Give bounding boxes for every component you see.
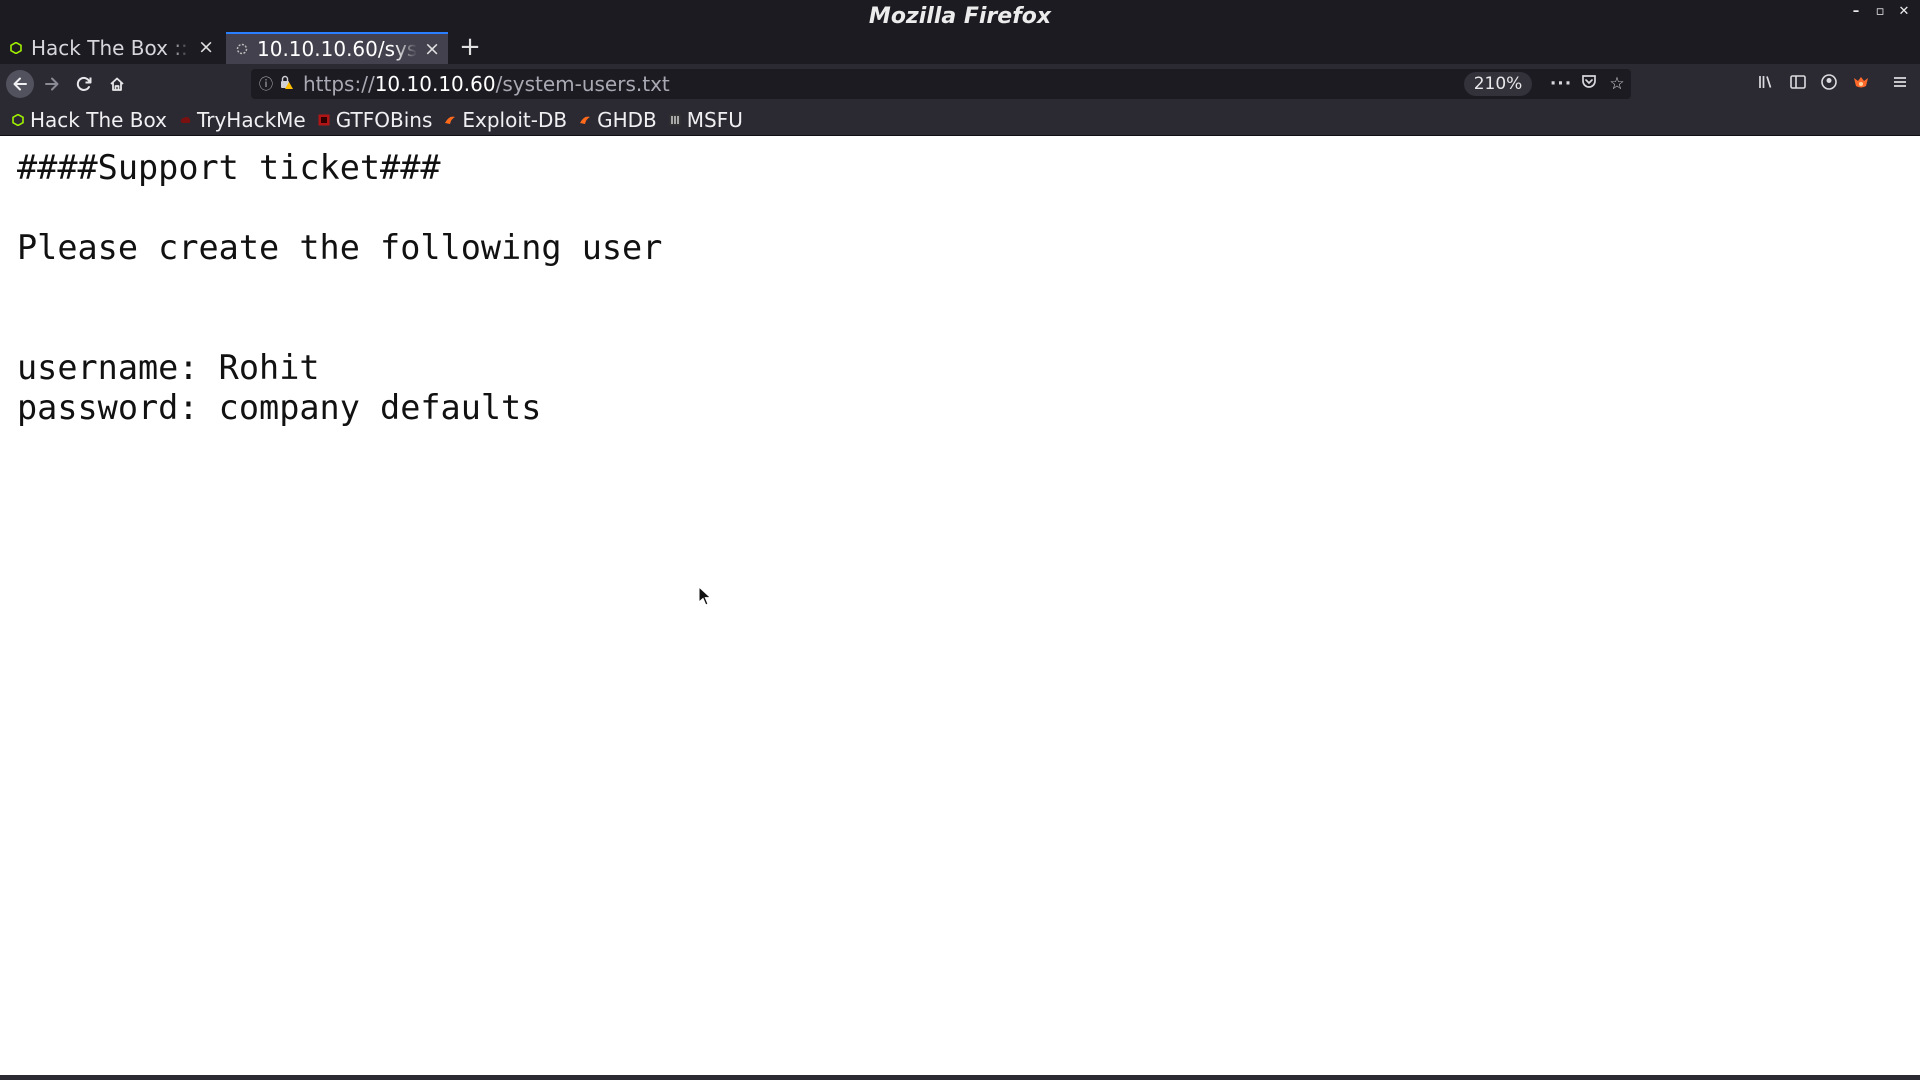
insecure-lock-icon[interactable] <box>279 75 293 93</box>
browser-window: Mozilla Firefox – ▫ ✕ Hack The Box :: Ha… <box>0 0 1920 1080</box>
title-bar: Mozilla Firefox – ▫ ✕ <box>0 0 1920 32</box>
forward-button[interactable] <box>38 70 66 98</box>
tab-close-icon[interactable]: × <box>198 36 214 58</box>
pocket-icon[interactable] <box>1577 72 1601 96</box>
window-title: Mozilla Firefox <box>868 4 1052 29</box>
page-favicon-icon <box>236 43 248 55</box>
bookmark-label: TryHackMe <box>196 107 306 132</box>
back-button[interactable] <box>6 70 34 98</box>
hackthebox-icon <box>12 113 24 126</box>
gtfobins-icon <box>318 114 330 125</box>
bookmark-label: MSFU <box>686 107 743 132</box>
new-tab-button[interactable]: + <box>456 32 484 64</box>
minimize-button[interactable]: – <box>1848 4 1864 20</box>
pocket-shield-icon <box>1582 75 1596 88</box>
hackthebox-favicon-icon <box>10 42 22 54</box>
bookmark-exploitdb[interactable]: Exploit-DB <box>444 108 567 132</box>
tab-close-icon[interactable]: × <box>424 38 440 60</box>
bookmark-ghdb[interactable]: GHDB <box>579 108 657 132</box>
reload-icon <box>76 76 92 91</box>
plain-text-document: ####Support ticket### Please create the … <box>17 148 663 427</box>
maximize-button[interactable]: ▫ <box>1872 4 1888 20</box>
msfu-icon <box>669 114 681 125</box>
bookmark-label: Exploit-DB <box>462 107 568 132</box>
window-controls: – ▫ ✕ <box>1848 4 1912 20</box>
bookmark-star-icon[interactable]: ☆ <box>1605 72 1629 96</box>
page-actions-more-icon[interactable]: ··· <box>1549 72 1573 96</box>
bottom-border <box>0 1075 1920 1080</box>
bookmark-label: Hack The Box <box>30 107 167 132</box>
ghdb-icon <box>580 116 591 124</box>
url-host: 10.10.10.60 <box>374 72 496 96</box>
tab-hackthebox[interactable]: Hack The Box :: Hack The Box × <box>0 32 222 64</box>
url-path: /system-users.txt <box>495 72 670 96</box>
url-bar[interactable]: ⓘ https://10.10.10.60/system-users.txt 2… <box>251 69 1631 99</box>
url-text[interactable]: https://10.10.10.60/system-users.txt <box>303 72 670 96</box>
bookmark-hackthebox[interactable]: Hack The Box <box>12 108 167 132</box>
home-icon <box>110 77 124 91</box>
hamburger-menu-icon[interactable] <box>1888 72 1912 96</box>
url-scheme: https:// <box>303 72 375 96</box>
lock-warning-icon <box>281 75 293 89</box>
bookmark-msfu[interactable]: MSFU <box>669 108 743 132</box>
tab-system-users[interactable]: 10.10.10.60/system-users.txt × <box>226 32 448 64</box>
tryhackme-icon <box>180 116 191 123</box>
close-window-button[interactable]: ✕ <box>1896 4 1912 20</box>
library-icon[interactable] <box>1754 72 1778 96</box>
bookmark-gtfobins[interactable]: GTFOBins <box>318 107 433 132</box>
reload-button[interactable] <box>70 70 98 98</box>
account-icon[interactable] <box>1817 72 1841 96</box>
foxyproxy-extension-icon <box>1854 77 1868 88</box>
tab-strip: Hack The Box :: Hack The Box × 10.10.10.… <box>0 32 1920 64</box>
page-content: ####Support ticket### Please create the … <box>0 136 1920 1080</box>
account-avatar-icon <box>1821 74 1837 90</box>
sidebar-toggle-icon[interactable] <box>1786 72 1810 96</box>
library-shelf-icon <box>1759 76 1772 88</box>
bookmarks-toolbar: Hack The Box TryHackMe GTFOBins Exploit-… <box>0 104 1920 136</box>
tab-label: Hack The Box :: Hack The Box <box>31 36 191 60</box>
zoom-level-button[interactable]: 210% <box>1464 72 1532 96</box>
tab-label: 10.10.10.60/system-users.txt <box>257 37 417 61</box>
back-arrow-icon <box>13 77 27 91</box>
menu-lines-icon <box>1894 77 1906 87</box>
mouse-cursor-icon <box>698 586 712 606</box>
bookmark-label: GTFOBins <box>335 107 433 132</box>
extension-icon[interactable] <box>1849 72 1873 96</box>
forward-arrow-icon <box>45 77 59 91</box>
sidebar-icon <box>1790 75 1806 89</box>
bookmark-tryhackme[interactable]: TryHackMe <box>179 108 306 132</box>
exploitdb-icon <box>445 116 456 124</box>
navigation-toolbar: ⓘ https://10.10.10.60/system-users.txt 2… <box>0 64 1920 104</box>
bookmark-label: GHDB <box>597 107 657 132</box>
info-icon[interactable]: ⓘ <box>259 74 273 94</box>
home-button[interactable] <box>103 70 131 98</box>
